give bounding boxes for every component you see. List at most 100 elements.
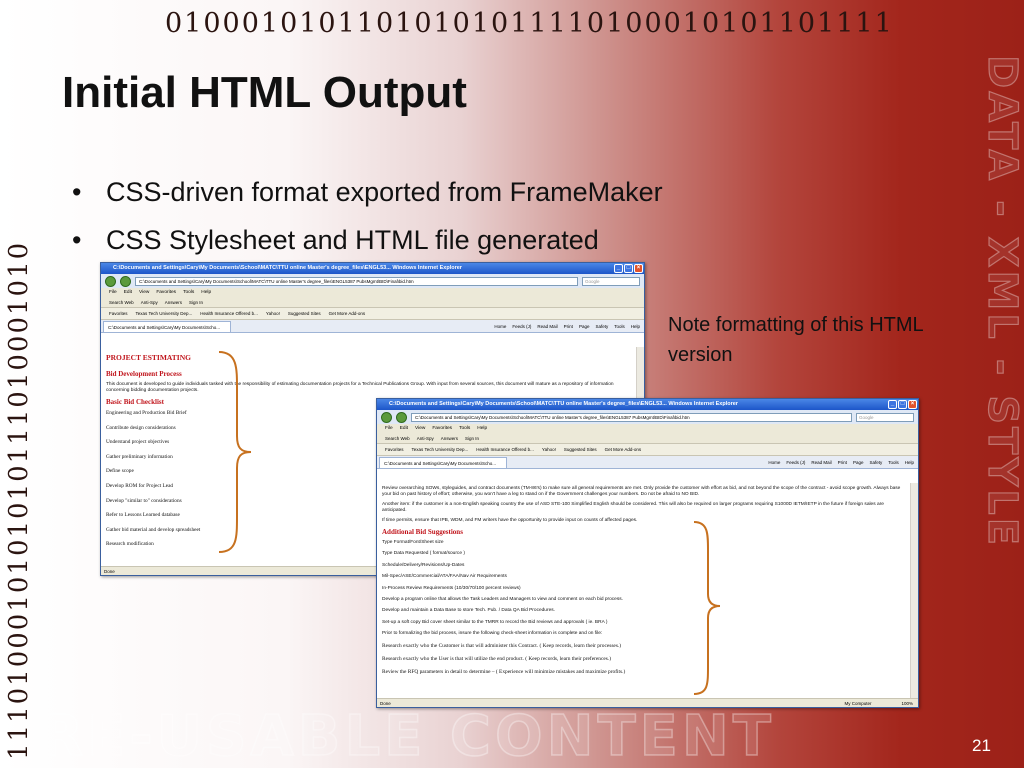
- brace-left-list: [218, 351, 252, 553]
- menu-help[interactable]: Help: [477, 424, 487, 433]
- cmd-help[interactable]: Help: [905, 458, 914, 467]
- toolbar-answers[interactable]: Answers: [165, 297, 182, 307]
- minimize-button[interactable]: _: [614, 264, 623, 273]
- menu-edit[interactable]: Edit: [124, 288, 132, 297]
- cmd-safety[interactable]: Safety: [869, 458, 882, 467]
- favorites-bar: Favorites Texas Tech University Dep... H…: [101, 308, 644, 320]
- cmd-tools[interactable]: Tools: [614, 322, 625, 331]
- content-paragraph: If time permits, ensure that IPB, WDM, a…: [382, 518, 638, 523]
- toolbar-anti-spy[interactable]: Anti-Spy: [141, 297, 158, 307]
- window-titlebar: C:\Documents and Settings\Cary\My Docume…: [377, 399, 918, 410]
- menu-file[interactable]: File: [385, 424, 393, 433]
- menu-bar: File Edit View Favorites Tools Help: [101, 288, 644, 297]
- toolbar-sign-in[interactable]: Sign In: [465, 433, 479, 443]
- search-input[interactable]: Google: [856, 412, 914, 422]
- tab-active[interactable]: C:\Documents and Settings\Cary\My Docume…: [103, 321, 231, 332]
- menu-help[interactable]: Help: [201, 288, 211, 297]
- cmd-home[interactable]: Home: [494, 322, 506, 331]
- suggestions-title: Additional Bid Suggestions: [382, 528, 463, 536]
- content-paragraph: Another item: if the customer is a non-E…: [382, 502, 884, 513]
- status-text: Done: [104, 569, 115, 574]
- list-item: Type Data Requested ( format/source ): [382, 551, 465, 557]
- favorite-link[interactable]: Texas Tech University Dep...: [412, 444, 469, 455]
- menu-view[interactable]: View: [139, 288, 149, 297]
- cmd-feeds[interactable]: Feeds (J): [786, 458, 805, 467]
- cmd-print[interactable]: Print: [838, 458, 847, 467]
- zoom-level[interactable]: 100%: [901, 699, 913, 707]
- address-bar: C:\Documents and Settings\Cary\My Docume…: [101, 274, 644, 288]
- status-text: Done: [380, 701, 391, 706]
- slide-title: Initial HTML Output: [62, 68, 467, 117]
- favorite-link[interactable]: Suggested Sites: [564, 444, 597, 455]
- forward-icon[interactable]: [120, 275, 131, 287]
- favorite-link[interactable]: Health Insurance Offered b...: [476, 444, 534, 455]
- toolbar-search-web[interactable]: Search Web: [109, 297, 134, 307]
- menu-tools[interactable]: Tools: [459, 424, 470, 433]
- address-input[interactable]: C:\Documents and Settings\Cary\My Docume…: [135, 276, 578, 286]
- content-subheading: Bid Development Process: [106, 370, 182, 378]
- cmd-print[interactable]: Print: [564, 322, 573, 331]
- menu-edit[interactable]: Edit: [400, 424, 408, 433]
- cmd-help[interactable]: Help: [631, 322, 640, 331]
- favorites-button[interactable]: Favorites: [109, 308, 128, 319]
- address-input[interactable]: C:\Documents and Settings\Cary\My Docume…: [411, 412, 852, 422]
- favorite-link[interactable]: Get More Add-ons: [605, 444, 642, 455]
- menu-view[interactable]: View: [415, 424, 425, 433]
- list-item: Set-up a soft copy Bid cover sheet simil…: [382, 619, 608, 625]
- minimize-button[interactable]: _: [888, 400, 897, 409]
- page-content: Review overarching SOWs, styleguides, an…: [377, 483, 910, 698]
- favorite-link[interactable]: Yahoo!: [542, 444, 556, 455]
- menu-favorites[interactable]: Favorites: [156, 288, 176, 297]
- favorite-link[interactable]: Get More Add-ons: [329, 308, 366, 319]
- favorites-bar: Favorites Texas Tech University Dep... H…: [377, 444, 918, 456]
- maximize-button[interactable]: □: [898, 400, 907, 409]
- menu-file[interactable]: File: [109, 288, 117, 297]
- cmd-safety[interactable]: Safety: [595, 322, 608, 331]
- content-paragraph: Review overarching SOWs, styleguides, an…: [382, 486, 901, 497]
- cmd-read-mail[interactable]: Read Mail: [537, 322, 557, 331]
- maximize-button[interactable]: □: [624, 264, 633, 273]
- vertical-scrollbar[interactable]: [910, 483, 918, 698]
- back-icon[interactable]: [381, 411, 392, 423]
- toolbar-search-web[interactable]: Search Web: [385, 433, 410, 443]
- list-item: Develop a program online that allows the…: [382, 596, 623, 602]
- cmd-page[interactable]: Page: [579, 322, 590, 331]
- list-item: Schedule/Delivery/Revisions/Up-Dates: [382, 562, 465, 568]
- close-button[interactable]: ×: [634, 264, 643, 273]
- tab-bar: C:\Documents and Settings\Cary\My Docume…: [377, 456, 918, 469]
- list-item: Mil-Spec/ASE/Commercial/ATA/FAA/Nav Air …: [382, 574, 507, 580]
- yahoo-toolbar: Search Web Anti-Spy Answers Sign In: [101, 297, 644, 308]
- menu-tools[interactable]: Tools: [183, 288, 194, 297]
- list-item: Research exactly who the Customer is tha…: [382, 642, 622, 649]
- yahoo-toolbar: Search Web Anti-Spy Answers Sign In: [377, 433, 918, 444]
- cmd-tools[interactable]: Tools: [888, 458, 899, 467]
- close-button[interactable]: ×: [908, 400, 917, 409]
- window-title: C:\Documents and Settings\Cary\My Docume…: [389, 401, 738, 407]
- cmd-page[interactable]: Page: [853, 458, 864, 467]
- favorite-link[interactable]: Texas Tech University Dep...: [136, 308, 193, 319]
- window-titlebar: C:\Documents and Settings\Cary\My Docume…: [101, 263, 644, 274]
- menu-favorites[interactable]: Favorites: [432, 424, 452, 433]
- watermark-data-xml-style: DATA - XML - STYLE: [978, 55, 1024, 549]
- back-icon[interactable]: [105, 275, 116, 287]
- search-input[interactable]: Google: [582, 276, 640, 286]
- forward-icon[interactable]: [396, 411, 407, 423]
- favorites-button[interactable]: Favorites: [385, 444, 404, 455]
- cmd-read-mail[interactable]: Read Mail: [811, 458, 831, 467]
- list-item: In-Process Review Requirements (10/30/70…: [382, 585, 521, 591]
- address-bar: C:\Documents and Settings\Cary\My Docume…: [377, 410, 918, 424]
- toolbar-sign-in[interactable]: Sign In: [189, 297, 203, 307]
- browser-window-2: C:\Documents and Settings\Cary\My Docume…: [376, 398, 919, 708]
- list-item: Research exactly who the User is that wi…: [382, 655, 612, 662]
- cmd-home[interactable]: Home: [768, 458, 780, 467]
- favorite-link[interactable]: Yahoo!: [266, 308, 280, 319]
- toolbar-anti-spy[interactable]: Anti-Spy: [417, 433, 434, 443]
- security-zone: My Computer: [844, 701, 872, 706]
- content-intro: This document is developed to guide indi…: [106, 382, 614, 393]
- bullet-item: CSS-driven format exported from FrameMak…: [72, 168, 663, 216]
- cmd-feeds[interactable]: Feeds (J): [512, 322, 531, 331]
- favorite-link[interactable]: Suggested Sites: [288, 308, 321, 319]
- favorite-link[interactable]: Health Insurance Offered b...: [200, 308, 258, 319]
- tab-active[interactable]: C:\Documents and Settings\Cary\My Docume…: [379, 457, 507, 468]
- toolbar-answers[interactable]: Answers: [441, 433, 458, 443]
